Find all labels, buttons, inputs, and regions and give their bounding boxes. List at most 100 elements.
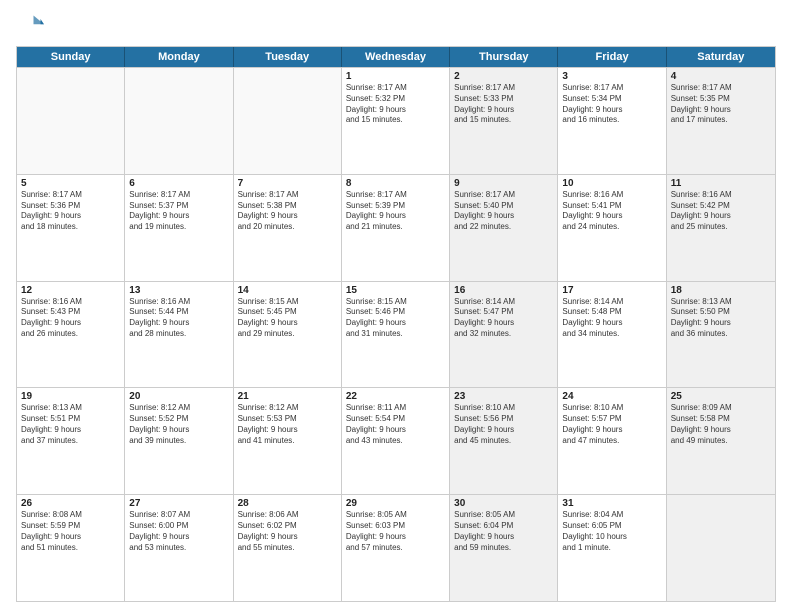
- day-info: Sunrise: 8:11 AM Sunset: 5:54 PM Dayligh…: [346, 403, 445, 446]
- day-info: Sunrise: 8:17 AM Sunset: 5:39 PM Dayligh…: [346, 190, 445, 233]
- day-info: Sunrise: 8:17 AM Sunset: 5:37 PM Dayligh…: [129, 190, 228, 233]
- calendar-body: 1Sunrise: 8:17 AM Sunset: 5:32 PM Daylig…: [17, 67, 775, 601]
- day-cell-10: 10Sunrise: 8:16 AM Sunset: 5:41 PM Dayli…: [558, 175, 666, 281]
- day-info: Sunrise: 8:12 AM Sunset: 5:52 PM Dayligh…: [129, 403, 228, 446]
- weekday-header-saturday: Saturday: [667, 47, 775, 67]
- calendar-row-2: 12Sunrise: 8:16 AM Sunset: 5:43 PM Dayli…: [17, 281, 775, 388]
- day-info: Sunrise: 8:12 AM Sunset: 5:53 PM Dayligh…: [238, 403, 337, 446]
- day-number: 12: [21, 285, 120, 296]
- day-cell-12: 12Sunrise: 8:16 AM Sunset: 5:43 PM Dayli…: [17, 282, 125, 388]
- page: SundayMondayTuesdayWednesdayThursdayFrid…: [0, 0, 792, 612]
- day-info: Sunrise: 8:08 AM Sunset: 5:59 PM Dayligh…: [21, 510, 120, 553]
- day-info: Sunrise: 8:13 AM Sunset: 5:50 PM Dayligh…: [671, 297, 771, 340]
- day-cell-28: 28Sunrise: 8:06 AM Sunset: 6:02 PM Dayli…: [234, 495, 342, 601]
- day-number: 6: [129, 178, 228, 189]
- day-info: Sunrise: 8:17 AM Sunset: 5:35 PM Dayligh…: [671, 83, 771, 126]
- day-number: 15: [346, 285, 445, 296]
- day-info: Sunrise: 8:17 AM Sunset: 5:38 PM Dayligh…: [238, 190, 337, 233]
- day-cell-26: 26Sunrise: 8:08 AM Sunset: 5:59 PM Dayli…: [17, 495, 125, 601]
- day-cell-24: 24Sunrise: 8:10 AM Sunset: 5:57 PM Dayli…: [558, 388, 666, 494]
- day-number: 26: [21, 498, 120, 509]
- day-number: 3: [562, 71, 661, 82]
- day-info: Sunrise: 8:15 AM Sunset: 5:45 PM Dayligh…: [238, 297, 337, 340]
- day-cell-16: 16Sunrise: 8:14 AM Sunset: 5:47 PM Dayli…: [450, 282, 558, 388]
- weekday-header-sunday: Sunday: [17, 47, 125, 67]
- day-cell-15: 15Sunrise: 8:15 AM Sunset: 5:46 PM Dayli…: [342, 282, 450, 388]
- day-info: Sunrise: 8:16 AM Sunset: 5:43 PM Dayligh…: [21, 297, 120, 340]
- day-cell-1: 1Sunrise: 8:17 AM Sunset: 5:32 PM Daylig…: [342, 68, 450, 174]
- day-info: Sunrise: 8:06 AM Sunset: 6:02 PM Dayligh…: [238, 510, 337, 553]
- day-info: Sunrise: 8:05 AM Sunset: 6:04 PM Dayligh…: [454, 510, 553, 553]
- day-info: Sunrise: 8:14 AM Sunset: 5:47 PM Dayligh…: [454, 297, 553, 340]
- day-info: Sunrise: 8:10 AM Sunset: 5:57 PM Dayligh…: [562, 403, 661, 446]
- day-number: 29: [346, 498, 445, 509]
- day-number: 21: [238, 391, 337, 402]
- day-number: 17: [562, 285, 661, 296]
- day-cell-25: 25Sunrise: 8:09 AM Sunset: 5:58 PM Dayli…: [667, 388, 775, 494]
- header: [16, 12, 776, 40]
- day-info: Sunrise: 8:16 AM Sunset: 5:42 PM Dayligh…: [671, 190, 771, 233]
- day-number: 7: [238, 178, 337, 189]
- weekday-header-thursday: Thursday: [450, 47, 558, 67]
- day-cell-18: 18Sunrise: 8:13 AM Sunset: 5:50 PM Dayli…: [667, 282, 775, 388]
- empty-cell-4-6: [667, 495, 775, 601]
- logo-icon: [16, 12, 44, 40]
- empty-cell-0-0: [17, 68, 125, 174]
- day-number: 23: [454, 391, 553, 402]
- day-number: 4: [671, 71, 771, 82]
- day-number: 30: [454, 498, 553, 509]
- day-info: Sunrise: 8:17 AM Sunset: 5:34 PM Dayligh…: [562, 83, 661, 126]
- day-cell-3: 3Sunrise: 8:17 AM Sunset: 5:34 PM Daylig…: [558, 68, 666, 174]
- day-info: Sunrise: 8:17 AM Sunset: 5:40 PM Dayligh…: [454, 190, 553, 233]
- day-cell-4: 4Sunrise: 8:17 AM Sunset: 5:35 PM Daylig…: [667, 68, 775, 174]
- calendar-row-3: 19Sunrise: 8:13 AM Sunset: 5:51 PM Dayli…: [17, 387, 775, 494]
- day-cell-17: 17Sunrise: 8:14 AM Sunset: 5:48 PM Dayli…: [558, 282, 666, 388]
- day-number: 14: [238, 285, 337, 296]
- day-info: Sunrise: 8:10 AM Sunset: 5:56 PM Dayligh…: [454, 403, 553, 446]
- calendar-row-0: 1Sunrise: 8:17 AM Sunset: 5:32 PM Daylig…: [17, 67, 775, 174]
- calendar-header: SundayMondayTuesdayWednesdayThursdayFrid…: [17, 47, 775, 67]
- day-info: Sunrise: 8:05 AM Sunset: 6:03 PM Dayligh…: [346, 510, 445, 553]
- day-number: 2: [454, 71, 553, 82]
- day-cell-2: 2Sunrise: 8:17 AM Sunset: 5:33 PM Daylig…: [450, 68, 558, 174]
- day-cell-14: 14Sunrise: 8:15 AM Sunset: 5:45 PM Dayli…: [234, 282, 342, 388]
- calendar: SundayMondayTuesdayWednesdayThursdayFrid…: [16, 46, 776, 602]
- day-number: 16: [454, 285, 553, 296]
- day-info: Sunrise: 8:17 AM Sunset: 5:32 PM Dayligh…: [346, 83, 445, 126]
- day-number: 10: [562, 178, 661, 189]
- day-number: 20: [129, 391, 228, 402]
- day-info: Sunrise: 8:04 AM Sunset: 6:05 PM Dayligh…: [562, 510, 661, 553]
- day-info: Sunrise: 8:17 AM Sunset: 5:33 PM Dayligh…: [454, 83, 553, 126]
- day-cell-22: 22Sunrise: 8:11 AM Sunset: 5:54 PM Dayli…: [342, 388, 450, 494]
- day-info: Sunrise: 8:17 AM Sunset: 5:36 PM Dayligh…: [21, 190, 120, 233]
- day-cell-27: 27Sunrise: 8:07 AM Sunset: 6:00 PM Dayli…: [125, 495, 233, 601]
- day-number: 19: [21, 391, 120, 402]
- weekday-header-monday: Monday: [125, 47, 233, 67]
- day-info: Sunrise: 8:13 AM Sunset: 5:51 PM Dayligh…: [21, 403, 120, 446]
- day-cell-19: 19Sunrise: 8:13 AM Sunset: 5:51 PM Dayli…: [17, 388, 125, 494]
- day-info: Sunrise: 8:09 AM Sunset: 5:58 PM Dayligh…: [671, 403, 771, 446]
- day-number: 11: [671, 178, 771, 189]
- day-number: 18: [671, 285, 771, 296]
- day-number: 13: [129, 285, 228, 296]
- day-cell-31: 31Sunrise: 8:04 AM Sunset: 6:05 PM Dayli…: [558, 495, 666, 601]
- day-number: 31: [562, 498, 661, 509]
- day-cell-9: 9Sunrise: 8:17 AM Sunset: 5:40 PM Daylig…: [450, 175, 558, 281]
- day-info: Sunrise: 8:14 AM Sunset: 5:48 PM Dayligh…: [562, 297, 661, 340]
- day-number: 22: [346, 391, 445, 402]
- day-cell-11: 11Sunrise: 8:16 AM Sunset: 5:42 PM Dayli…: [667, 175, 775, 281]
- weekday-header-friday: Friday: [558, 47, 666, 67]
- day-number: 27: [129, 498, 228, 509]
- weekday-header-tuesday: Tuesday: [234, 47, 342, 67]
- weekday-header-wednesday: Wednesday: [342, 47, 450, 67]
- day-number: 1: [346, 71, 445, 82]
- calendar-row-4: 26Sunrise: 8:08 AM Sunset: 5:59 PM Dayli…: [17, 494, 775, 601]
- day-info: Sunrise: 8:16 AM Sunset: 5:44 PM Dayligh…: [129, 297, 228, 340]
- day-number: 25: [671, 391, 771, 402]
- day-cell-20: 20Sunrise: 8:12 AM Sunset: 5:52 PM Dayli…: [125, 388, 233, 494]
- day-number: 24: [562, 391, 661, 402]
- logo: [16, 12, 48, 40]
- day-number: 5: [21, 178, 120, 189]
- day-cell-6: 6Sunrise: 8:17 AM Sunset: 5:37 PM Daylig…: [125, 175, 233, 281]
- day-cell-30: 30Sunrise: 8:05 AM Sunset: 6:04 PM Dayli…: [450, 495, 558, 601]
